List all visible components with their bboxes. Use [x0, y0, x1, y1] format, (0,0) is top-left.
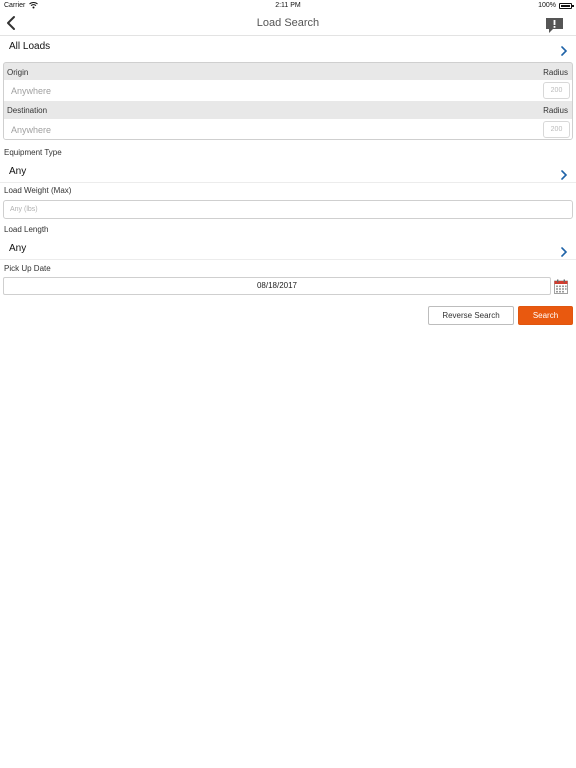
load-weight-label: Load Weight (Max) — [4, 186, 72, 195]
chevron-right-icon — [560, 244, 568, 257]
origin-label: Origin — [7, 68, 29, 77]
origin-header: Origin Radius — [4, 63, 572, 81]
chevron-right-icon — [560, 43, 568, 56]
destination-label: Destination — [7, 106, 48, 115]
battery-icon — [559, 3, 574, 9]
load-length-selector[interactable]: Any — [0, 238, 576, 259]
pickup-date-label: Pick Up Date — [4, 264, 51, 273]
origin-input-row: Anywhere 200 — [4, 80, 572, 101]
equipment-type-label: Equipment Type — [4, 148, 62, 157]
nav-bar: Load Search — [0, 12, 576, 36]
destination-radius-input[interactable]: 200 — [543, 121, 570, 138]
load-length-value: Any — [9, 243, 27, 254]
load-weight-placeholder: Any (lbs) — [10, 206, 38, 213]
destination-input[interactable]: Anywhere — [11, 125, 51, 135]
origin-radius-label: Radius — [543, 68, 568, 77]
divider — [0, 182, 576, 183]
divider — [0, 259, 576, 260]
load-weight-input[interactable]: Any (lbs) — [3, 200, 573, 219]
page-title: Load Search — [256, 17, 320, 29]
calendar-icon[interactable] — [554, 279, 568, 294]
all-loads-label: All Loads — [9, 41, 51, 52]
clock: 2:11 PM — [275, 2, 301, 9]
battery-percent: 100% — [538, 2, 556, 9]
origin-input[interactable]: Anywhere — [11, 86, 51, 96]
equipment-type-value: Any — [9, 166, 27, 177]
location-box: Origin Radius Anywhere 200 Destination R… — [3, 62, 573, 140]
all-loads-row[interactable]: All Loads — [0, 37, 576, 59]
destination-input-row: Anywhere 200 — [4, 119, 572, 139]
status-bar: Carrier 2:11 PM 100% — [0, 0, 576, 12]
pickup-date-input[interactable]: 08/18/2017 — [3, 277, 551, 295]
origin-radius-input[interactable]: 200 — [543, 82, 570, 99]
search-button[interactable]: Search — [518, 306, 573, 325]
feedback-icon[interactable] — [545, 17, 564, 35]
destination-radius-label: Radius — [543, 106, 568, 115]
load-length-label: Load Length — [4, 225, 49, 234]
chevron-right-icon — [560, 167, 568, 180]
reverse-search-button[interactable]: Reverse Search — [428, 306, 514, 325]
destination-header: Destination Radius — [4, 101, 572, 119]
equipment-type-selector[interactable]: Any — [0, 161, 576, 182]
